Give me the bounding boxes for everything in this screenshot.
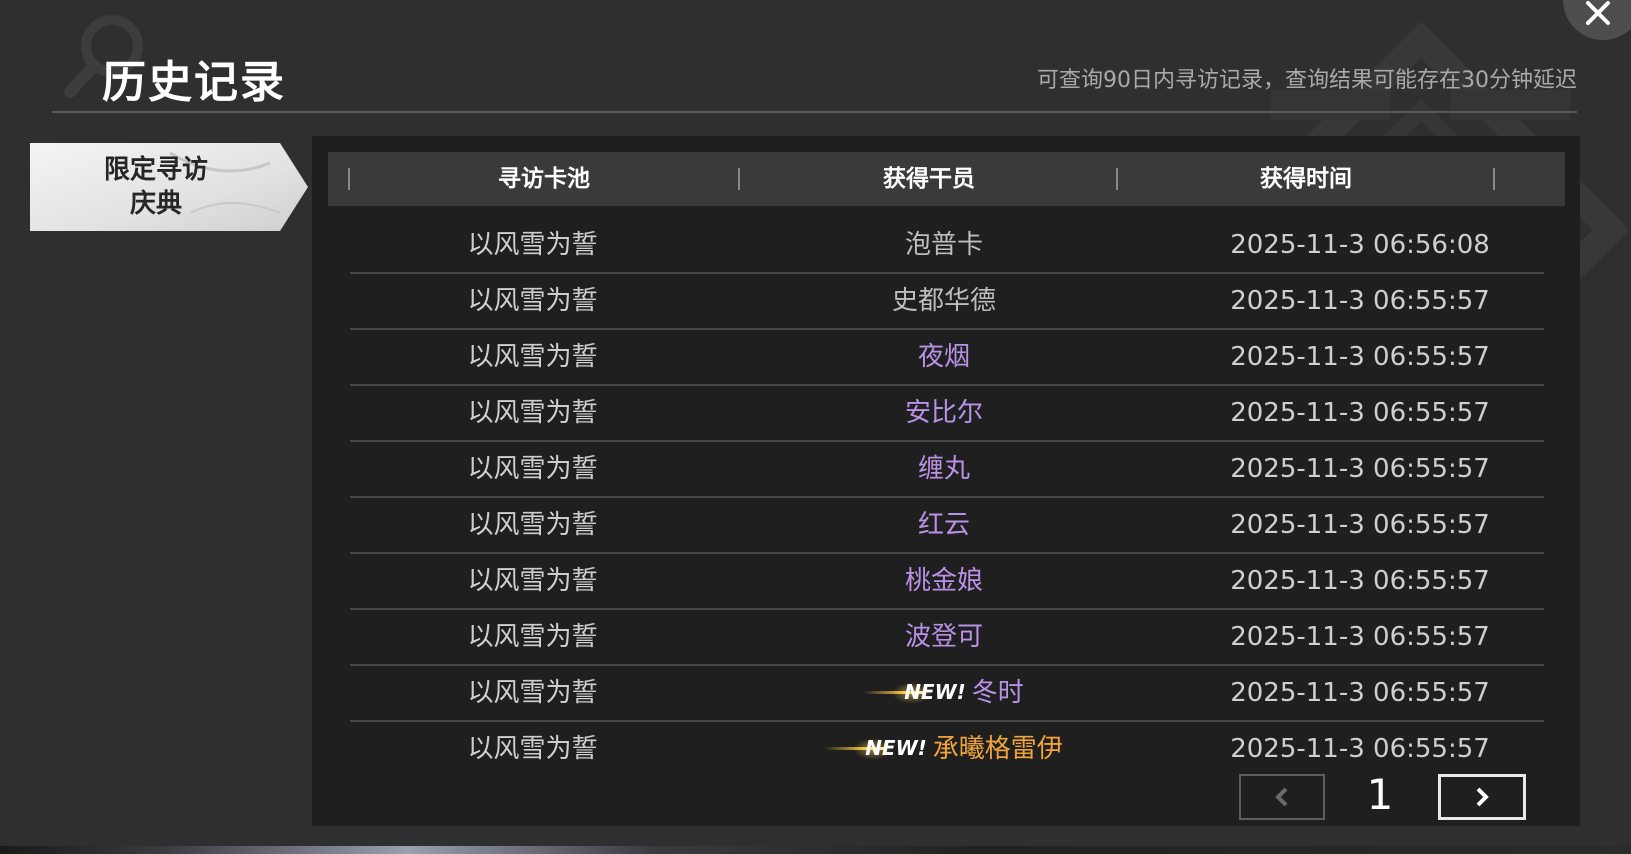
operator-cell: 红云 <box>917 510 970 540</box>
pool-cell: 以风雪为誓 <box>467 454 598 484</box>
time-cell: 2025-11-3 06:55:57 <box>1230 622 1490 652</box>
operator-cell: 泡普卡 <box>904 230 983 260</box>
table-row: 以风雪为誓 史都华德 2025-11-3 06:55:57 <box>350 274 1544 330</box>
query-notice: 可查询90日内寻访记录，查询结果可能存在30分钟延迟 <box>1037 68 1577 93</box>
time-cell: 2025-11-3 06:55:57 <box>1230 398 1490 428</box>
time-cell: 2025-11-3 06:55:57 <box>1230 678 1490 708</box>
operator-cell: 夜烟 <box>917 342 970 372</box>
chevron-right-icon <box>1476 787 1489 807</box>
tab-label-line1: 限定寻访 <box>103 155 208 185</box>
operator-cell: 波登可 <box>904 622 983 652</box>
close-icon <box>1586 1 1610 25</box>
operator-cell: NEW! 承曦格雷伊 <box>730 722 1158 776</box>
pool-cell: 以风雪为誓 <box>467 342 598 372</box>
table-row: 以风雪为誓 夜烟 2025-11-3 06:55:57 <box>350 330 1544 386</box>
operator-cell: NEW! 冬时 <box>730 666 1158 720</box>
pool-cell: 以风雪为誓 <box>467 734 598 764</box>
header-divider <box>52 111 1577 113</box>
time-cell: 2025-11-3 06:55:57 <box>1230 286 1490 316</box>
column-header-time: 获得时间 <box>1260 166 1352 192</box>
column-header-pool: 寻访卡池 <box>498 166 590 192</box>
column-header-operator: 获得干员 <box>883 166 975 192</box>
tab-limited-headhunting[interactable]: 限定寻访 庆典 <box>30 143 310 231</box>
table-header: 寻访卡池 获得干员 获得时间 <box>328 152 1565 206</box>
pool-cell: 以风雪为誓 <box>467 398 598 428</box>
table-row: 以风雪为誓 泡普卡 2025-11-3 06:56:08 <box>350 218 1544 274</box>
time-cell: 2025-11-3 06:55:57 <box>1230 510 1490 540</box>
pool-cell: 以风雪为誓 <box>467 510 598 540</box>
pool-cell: 以风雪为誓 <box>467 678 598 708</box>
prev-page-button[interactable] <box>1239 774 1325 820</box>
history-rows: 以风雪为誓 泡普卡 2025-11-3 06:56:08 以风雪为誓 史都华德 … <box>350 218 1544 776</box>
table-row: 以风雪为誓 NEW! 承曦格雷伊 2025-11-3 06:55:57 <box>350 722 1544 776</box>
page-title: 历史记录 <box>102 57 286 108</box>
time-cell: 2025-11-3 06:55:57 <box>1230 454 1490 484</box>
operator-cell: 安比尔 <box>904 398 983 428</box>
current-page-number: 1 <box>1366 770 1394 819</box>
table-row: 以风雪为誓 桃金娘 2025-11-3 06:55:57 <box>350 554 1544 610</box>
table-row: 以风雪为誓 波登可 2025-11-3 06:55:57 <box>350 610 1544 666</box>
table-row: 以风雪为誓 红云 2025-11-3 06:55:57 <box>350 498 1544 554</box>
new-badge-label: NEW! <box>904 679 966 704</box>
table-row: 以风雪为誓 安比尔 2025-11-3 06:55:57 <box>350 386 1544 442</box>
pool-cell: 以风雪为誓 <box>467 230 598 260</box>
next-page-button[interactable] <box>1438 774 1526 820</box>
close-button[interactable] <box>1563 0 1631 40</box>
pool-cell: 以风雪为誓 <box>467 566 598 596</box>
pool-cell: 以风雪为誓 <box>467 286 598 316</box>
table-row: 以风雪为誓 缠丸 2025-11-3 06:55:57 <box>350 442 1544 498</box>
operator-cell: 史都华德 <box>891 286 996 316</box>
operator-cell: 桃金娘 <box>904 566 983 596</box>
time-cell: 2025-11-3 06:55:57 <box>1230 566 1490 596</box>
pool-cell: 以风雪为誓 <box>467 622 598 652</box>
bottom-decor-strip <box>0 846 1631 854</box>
tab-label-line2: 庆典 <box>129 189 182 219</box>
new-badge: NEW! <box>864 680 966 704</box>
new-badge-label: NEW! <box>865 735 927 760</box>
new-badge: NEW! <box>825 736 927 760</box>
time-cell: 2025-11-3 06:55:57 <box>1230 342 1490 372</box>
history-table-panel: 寻访卡池 获得干员 获得时间 以风雪为誓 泡普卡 2025-11-3 06:56… <box>312 136 1580 826</box>
time-cell: 2025-11-3 06:56:08 <box>1230 230 1490 260</box>
header-separator <box>1493 168 1495 190</box>
operator-cell: 缠丸 <box>917 454 970 484</box>
table-row: 以风雪为誓 NEW! 冬时 2025-11-3 06:55:57 <box>350 666 1544 722</box>
chevron-left-icon <box>1275 787 1288 807</box>
operator-name: 承曦格雷伊 <box>932 734 1063 764</box>
operator-name: 冬时 <box>971 678 1024 708</box>
time-cell: 2025-11-3 06:55:57 <box>1230 734 1490 764</box>
